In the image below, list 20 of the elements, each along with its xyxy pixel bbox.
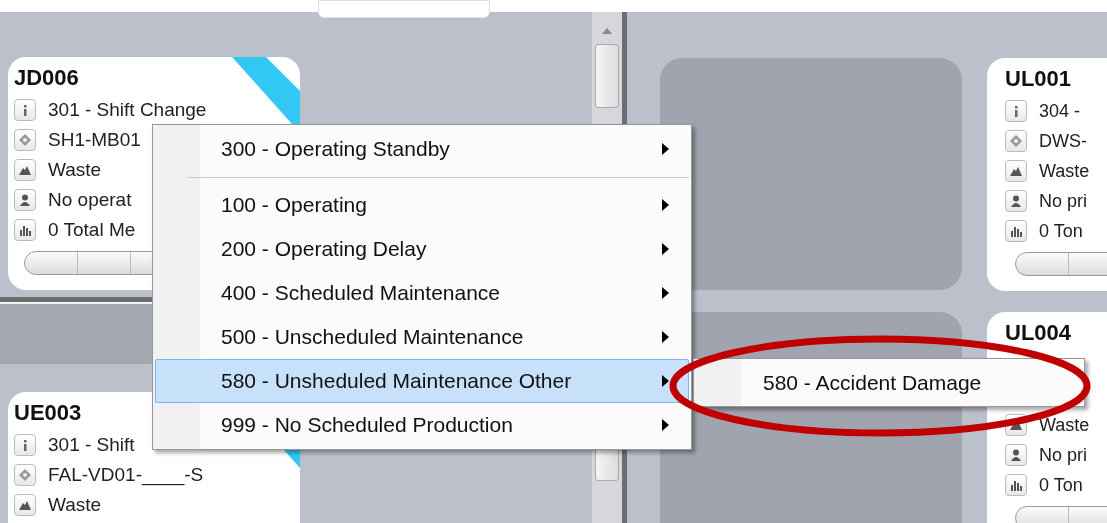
status-text: 0 Total Me — [48, 219, 136, 241]
unit-title: UL001 — [1005, 66, 1072, 92]
status-text: 301 - Shift Change — [48, 99, 207, 121]
status-text: Waste — [48, 159, 102, 181]
unit-title: UE003 — [14, 400, 82, 426]
unit-title: JD006 — [14, 65, 79, 91]
unit-title: UL004 — [1005, 320, 1072, 346]
status-text: No operat — [48, 189, 132, 211]
status-text: No pri — [1039, 190, 1087, 212]
status-text: No pri — [1039, 444, 1087, 466]
status-text: 0 Ton — [1039, 220, 1083, 242]
status-text: Waste — [1039, 414, 1090, 436]
status-text: 301 - Shift — [48, 434, 135, 456]
status-text: Waste — [1039, 160, 1090, 182]
status-text: Waste — [48, 494, 102, 516]
status-text: 0 Ton — [1039, 474, 1083, 496]
status-text: DWS- — [1039, 130, 1087, 152]
status-text: 304 - — [1039, 100, 1081, 122]
status-text: FAL-VD01-____-S — [48, 464, 204, 486]
status-text: SH1-MB01 — [48, 129, 141, 151]
